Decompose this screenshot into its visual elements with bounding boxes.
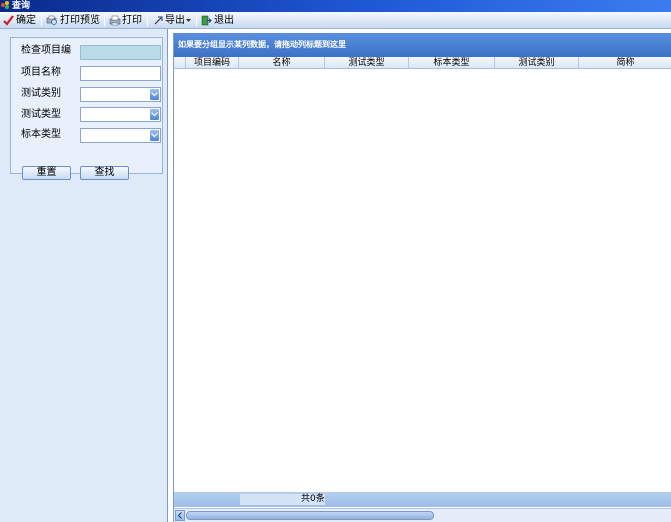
print-button[interactable]: 打印 <box>109 13 143 28</box>
column-header-test-category[interactable]: 测试类别 <box>495 57 579 69</box>
toolbar-separator <box>41 15 42 26</box>
chevron-down-icon[interactable] <box>150 89 159 100</box>
item-code-input[interactable] <box>80 45 161 60</box>
window-title: 查询 <box>12 1 31 11</box>
confirm-button[interactable]: 确定 <box>3 13 37 28</box>
item-name-input[interactable] <box>80 66 161 81</box>
toolbar-separator <box>147 15 148 26</box>
toolbar: 确定 打印预览 打印 导出 退出 <box>0 12 671 29</box>
record-count: 共0条 <box>301 494 325 504</box>
grid-footer: 共0条 <box>174 492 671 507</box>
specimen-type-select[interactable] <box>80 128 161 143</box>
test-type-label: 测试类型 <box>21 109 61 120</box>
group-by-hint: 如果要分组显示某列数据，请拖动列标题到这里 <box>178 39 346 49</box>
chevron-down-icon[interactable] <box>150 109 159 120</box>
exit-button[interactable]: 退出 <box>201 13 237 28</box>
specimen-type-label: 标本类型 <box>21 129 61 140</box>
item-name-label: 项目名称 <box>21 67 61 78</box>
filter-panel: 检查项目编 项目名称 测试类别 测试类型 标本类型 重置 查找 <box>0 29 168 522</box>
chevron-down-icon[interactable] <box>150 130 159 141</box>
test-type-select[interactable] <box>80 107 161 122</box>
reset-button[interactable]: 重置 <box>22 166 71 180</box>
item-code-label: 检查项目编 <box>21 45 71 56</box>
column-header-item-code[interactable]: 项目编码 <box>186 57 239 69</box>
dropdown-arrow-icon <box>186 19 191 22</box>
checkmark-icon <box>3 15 14 26</box>
export-icon <box>154 16 163 25</box>
row-indicator-header <box>174 57 186 69</box>
group-by-panel[interactable]: 如果要分组显示某列数据，请拖动列标题到这里 <box>174 33 671 57</box>
search-button[interactable]: 查找 <box>80 166 129 180</box>
grid-header-row: 项目编码 名称 测试类型 标本类型 测试类别 简称 <box>174 57 671 69</box>
printer-icon <box>109 15 121 26</box>
scroll-thumb[interactable] <box>186 511 434 520</box>
print-preview-button[interactable]: 打印预览 <box>46 13 100 28</box>
window-title-bar: 查询 <box>0 0 671 12</box>
toolbar-separator <box>196 15 197 26</box>
print-preview-icon <box>46 15 57 25</box>
horizontal-scrollbar[interactable] <box>174 508 671 522</box>
exit-door-icon <box>201 15 212 26</box>
column-header-name[interactable]: 名称 <box>239 57 325 69</box>
export-dropdown-button[interactable]: 导出 <box>153 13 193 28</box>
column-header-test-type[interactable]: 测试类型 <box>325 57 409 69</box>
column-header-abbreviation[interactable]: 简称 <box>579 57 671 69</box>
app-icon <box>1 1 10 10</box>
test-category-select[interactable] <box>80 87 161 102</box>
test-category-label: 测试类别 <box>21 88 61 99</box>
column-header-specimen-type[interactable]: 标本类型 <box>409 57 495 69</box>
scroll-left-icon[interactable] <box>175 510 185 521</box>
toolbar-separator <box>104 15 105 26</box>
results-grid: 如果要分组显示某列数据，请拖动列标题到这里 项目编码 名称 测试类型 标本类型 … <box>173 33 671 522</box>
